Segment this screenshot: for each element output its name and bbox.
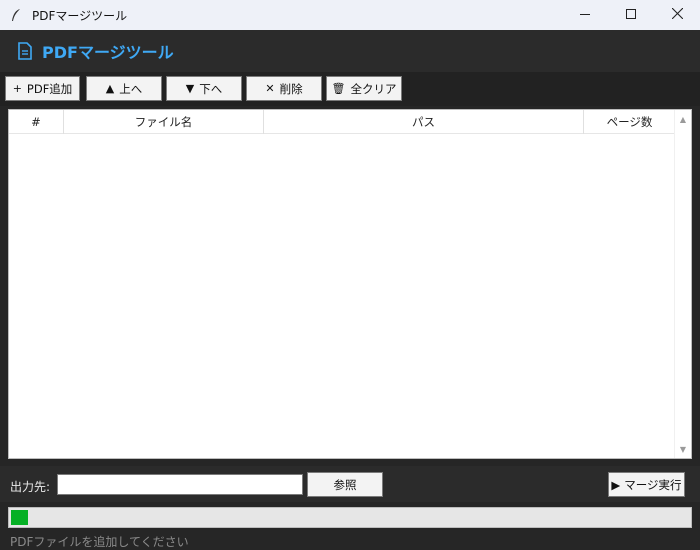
close-icon xyxy=(671,7,683,22)
merge-button[interactable]: ▶ マージ実行 xyxy=(608,472,685,497)
clear-all-label: 全クリア xyxy=(350,81,397,96)
browse-button[interactable]: 参照 xyxy=(307,472,383,497)
window-titlebar: PDFマージツール xyxy=(0,0,700,30)
x-icon: ✕ xyxy=(265,82,275,95)
column-header-pages[interactable]: ページ数 xyxy=(584,110,675,134)
clear-all-button[interactable]: 🗑 全クリア xyxy=(326,76,402,101)
status-text: PDFファイルを追加してください xyxy=(10,535,189,549)
delete-button[interactable]: ✕ 削除 xyxy=(246,76,322,101)
app-title: PDFマージツール xyxy=(42,43,174,62)
window-title: PDFマージツール xyxy=(32,8,128,23)
table-header: # ファイル名 パス ページ数 xyxy=(9,110,675,134)
triangle-up-icon: ▲ xyxy=(105,82,115,95)
move-up-button[interactable]: ▲ 上へ xyxy=(86,76,162,101)
close-button[interactable] xyxy=(654,0,700,30)
pdf-file-table[interactable]: # ファイル名 パス ページ数 ▲ ▼ xyxy=(8,109,692,459)
scroll-down-icon[interactable]: ▼ xyxy=(675,441,691,457)
maximize-button[interactable] xyxy=(608,0,654,30)
document-icon xyxy=(18,41,34,61)
add-pdf-button[interactable]: + PDF追加 xyxy=(5,76,80,101)
progress-bar xyxy=(8,507,692,528)
feather-icon xyxy=(10,8,24,22)
column-header-filename[interactable]: ファイル名 xyxy=(64,110,264,134)
move-up-label: 上へ xyxy=(119,81,143,96)
delete-label: 削除 xyxy=(279,81,303,96)
toolbar: + PDF追加 ▲ 上へ ▼ 下へ ✕ 削除 🗑 全クリア xyxy=(0,72,700,106)
triangle-down-icon: ▼ xyxy=(185,82,195,95)
output-path-input[interactable] xyxy=(57,474,303,495)
output-row: 出力先: 参照 ▶ マージ実行 xyxy=(0,466,700,502)
maximize-icon xyxy=(626,8,636,22)
minimize-button[interactable] xyxy=(562,0,608,30)
move-down-label: 下へ xyxy=(199,81,223,96)
progress-fill xyxy=(11,510,28,525)
merge-label: マージ実行 xyxy=(624,477,682,492)
trash-icon: 🗑 xyxy=(331,82,346,95)
play-icon: ▶ xyxy=(611,477,621,492)
scroll-up-icon[interactable]: ▲ xyxy=(675,111,691,127)
move-down-button[interactable]: ▼ 下へ xyxy=(166,76,242,101)
minimize-icon xyxy=(580,8,590,22)
table-scrollbar[interactable]: ▲ ▼ xyxy=(674,110,691,458)
add-pdf-label: PDF追加 xyxy=(26,81,73,96)
plus-icon: + xyxy=(12,82,22,95)
column-header-index[interactable]: # xyxy=(9,110,64,134)
app-header: PDFマージツール xyxy=(0,30,700,72)
column-header-path[interactable]: パス xyxy=(264,110,584,134)
output-label: 出力先: xyxy=(10,480,51,494)
